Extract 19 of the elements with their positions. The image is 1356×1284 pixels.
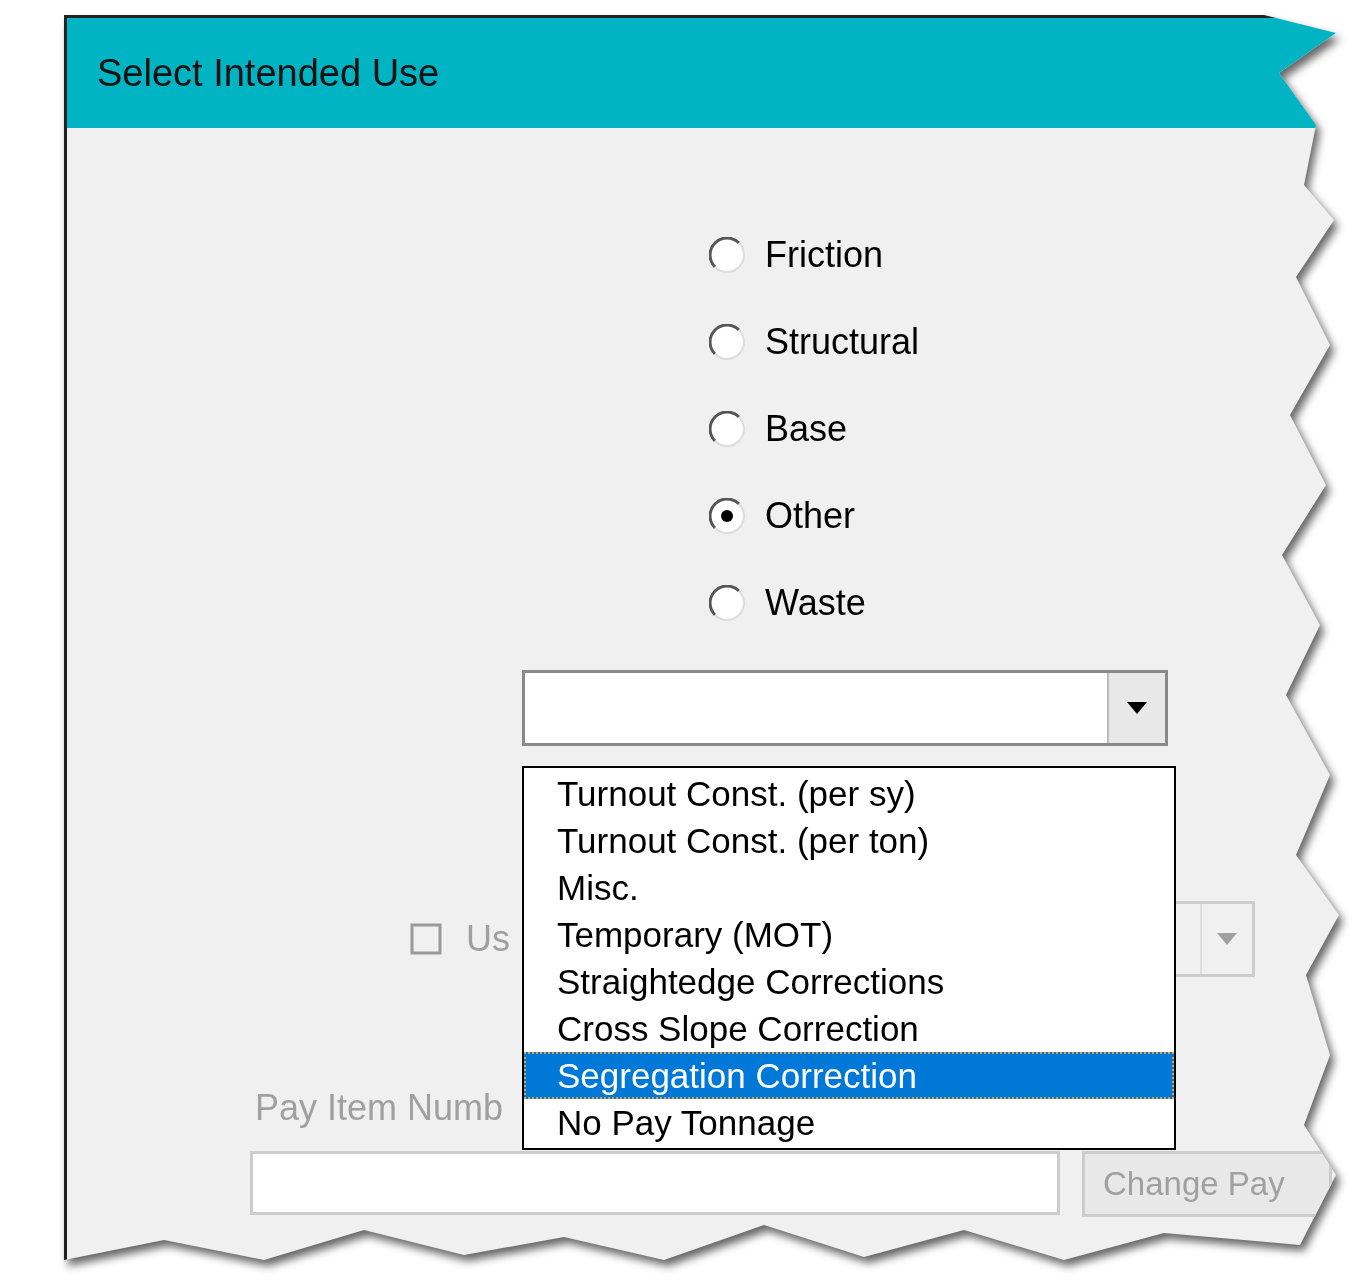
list-item[interactable]: Temporary (MOT) xyxy=(524,911,1174,958)
radio-option[interactable]: Base xyxy=(709,407,1339,451)
radio-option[interactable]: Structural xyxy=(709,320,1339,364)
checkbox-label: Us xyxy=(466,918,510,960)
list-item[interactable]: Misc. xyxy=(524,864,1174,911)
window-title: Select Intended Use xyxy=(97,51,440,95)
dropdown[interactable] xyxy=(522,670,1168,746)
list-item[interactable]: Straightedge Corrections xyxy=(524,958,1174,1005)
list-item[interactable]: Turnout Const. (per sy) xyxy=(524,770,1174,817)
radio-option[interactable]: Other xyxy=(709,494,1339,538)
caret-icon xyxy=(1127,702,1147,714)
list-item[interactable]: No Pay Tonnage xyxy=(524,1099,1174,1146)
list-item[interactable]: Cross Slope Correction xyxy=(524,1005,1174,1052)
radio-option[interactable]: Waste xyxy=(709,581,1339,625)
caret-icon xyxy=(1217,933,1237,945)
field-label: Pay Item Numb xyxy=(255,1087,504,1129)
list-item[interactable]: Turnout Const. (per ton) xyxy=(524,817,1174,864)
radio-option[interactable]: Friction xyxy=(709,233,1339,277)
list-item[interactable]: Segregation Correction xyxy=(524,1052,1174,1099)
